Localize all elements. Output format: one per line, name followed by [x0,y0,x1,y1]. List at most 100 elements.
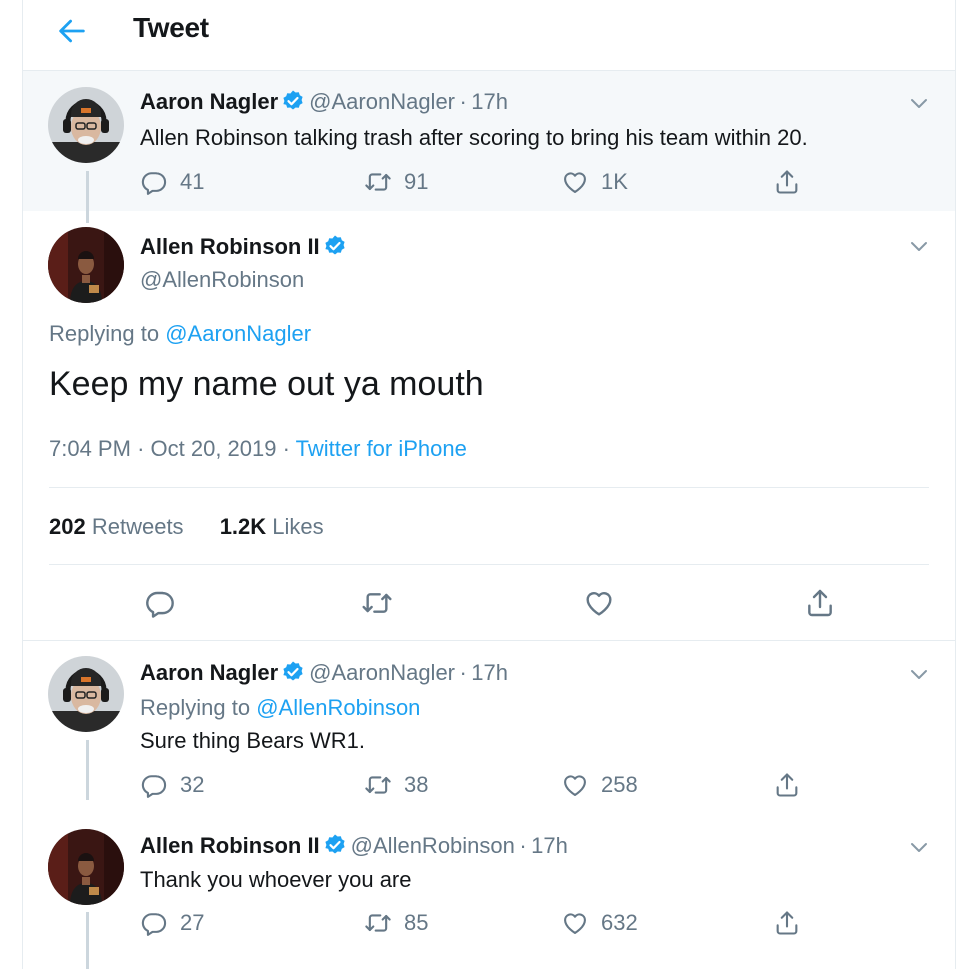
like-button[interactable]: 1K [561,168,628,196]
retweet-icon [364,168,392,196]
tweet-meta: 7:04 PM · Oct 20, 2019 · Twitter for iPh… [49,436,467,462]
likes-label[interactable]: Likes [272,514,323,539]
author-handle[interactable]: @AaronNagler [309,660,455,685]
separator: · [137,436,145,461]
tweet-header: Aaron Nagler @AaronNagler · 17h [140,89,508,115]
author-handle[interactable]: @AllenRobinson [351,833,515,858]
tweet-date[interactable]: Oct 20, 2019 [151,436,277,461]
divider [49,564,929,565]
like-button[interactable] [583,587,615,619]
reply-icon [140,771,168,799]
tweet-time[interactable]: 17h [471,660,508,685]
reply-button[interactable]: 32 [140,771,204,799]
retweet-button[interactable]: 38 [364,771,428,799]
reply-count: 41 [180,169,205,194]
retweet-icon [364,909,392,937]
separator: · [459,89,467,114]
heart-icon [583,587,615,619]
like-count: 632 [601,910,638,935]
retweet-count: 85 [404,910,429,935]
replying-to: Replying to @AllenRobinson [140,695,420,721]
share-icon [804,587,836,619]
reply-icon [140,909,168,937]
separator: · [459,660,467,685]
divider [23,640,955,641]
reply-icon [144,587,176,619]
chevron-down-icon[interactable] [907,91,931,115]
separator: · [282,436,290,461]
tweet-time[interactable]: 7:04 PM [49,436,131,461]
author-name[interactable]: Allen Robinson II [140,833,320,858]
main-author-name-row: Allen Robinson II [140,234,351,260]
verified-badge-icon [281,89,305,113]
tweet-detail-panel: Tweet Aaron Nagler @AaronNagler · 17h All… [22,0,956,969]
page-title: Tweet [133,12,209,43]
share-button[interactable] [804,587,836,619]
arrow-left-icon[interactable] [55,14,89,48]
likes-count[interactable]: 1.2K [220,514,266,539]
avatar[interactable] [48,829,124,905]
heart-icon [561,168,589,196]
thread-line [86,740,89,800]
replying-label: Replying to [140,695,251,720]
separator: · [519,833,527,858]
verified-badge-icon [281,660,305,684]
thread-line [86,211,89,223]
replying-to-link[interactable]: @AaronNagler [165,321,311,346]
retweets-count[interactable]: 202 [49,514,86,539]
reply-count: 27 [180,910,205,935]
tweet-text: Keep my name out ya mouth [49,365,484,403]
avatar[interactable] [48,656,124,732]
author-name[interactable]: Aaron Nagler [140,89,278,114]
retweet-button[interactable]: 91 [364,168,428,196]
tweet-text: Sure thing Bears WR1. [140,728,365,753]
retweet-button[interactable]: 85 [364,909,428,937]
retweet-button[interactable] [361,587,393,619]
author-handle[interactable]: @AaronNagler [309,89,455,114]
tweet-text: Allen Robinson talking trash after scori… [140,125,808,150]
like-button[interactable]: 258 [561,771,638,799]
tweet-text: Thank you whoever you are [140,867,412,892]
reply-button[interactable]: 41 [140,168,204,196]
chevron-down-icon[interactable] [907,234,931,258]
like-count: 258 [601,772,638,797]
ancestor-tweet[interactable]: Aaron Nagler @AaronNagler · 17h Allen Rob… [23,71,955,211]
tweet-stats: 202 Retweets 1.2K Likes [49,514,354,540]
share-icon [773,168,801,196]
reply-icon [140,168,168,196]
avatar[interactable] [48,87,124,163]
share-button[interactable] [773,168,801,196]
reply-button[interactable]: 27 [140,909,204,937]
replying-to: Replying to @AaronNagler [49,321,311,347]
retweet-count: 91 [404,169,429,194]
replying-label: Replying to [49,321,160,346]
tweet-time[interactable]: 17h [531,833,568,858]
chevron-down-icon[interactable] [907,835,931,859]
share-button[interactable] [773,909,801,937]
author-name[interactable]: Allen Robinson II [140,234,320,259]
avatar[interactable] [48,227,124,303]
heart-icon [561,771,589,799]
heart-icon [561,909,589,937]
main-author-handle-row: @AllenRobinson [140,267,304,293]
verified-badge-icon [323,234,347,258]
author-handle[interactable]: @AllenRobinson [140,267,304,292]
share-button[interactable] [773,771,801,799]
reply-button[interactable] [144,587,176,619]
like-count: 1K [601,169,628,194]
retweets-label[interactable]: Retweets [92,514,184,539]
tweet-header: Aaron Nagler @AaronNagler · 17h [140,660,508,686]
retweet-icon [361,587,393,619]
retweet-icon [364,771,392,799]
author-name[interactable]: Aaron Nagler [140,660,278,685]
replying-to-link[interactable]: @AllenRobinson [256,695,420,720]
divider [49,487,929,488]
thread-line [86,171,89,211]
share-icon [773,771,801,799]
tweet-source[interactable]: Twitter for iPhone [296,436,467,461]
like-button[interactable]: 632 [561,909,638,937]
tweet-time[interactable]: 17h [471,89,508,114]
verified-badge-icon [323,833,347,857]
chevron-down-icon[interactable] [907,662,931,686]
thread-line [86,912,89,969]
